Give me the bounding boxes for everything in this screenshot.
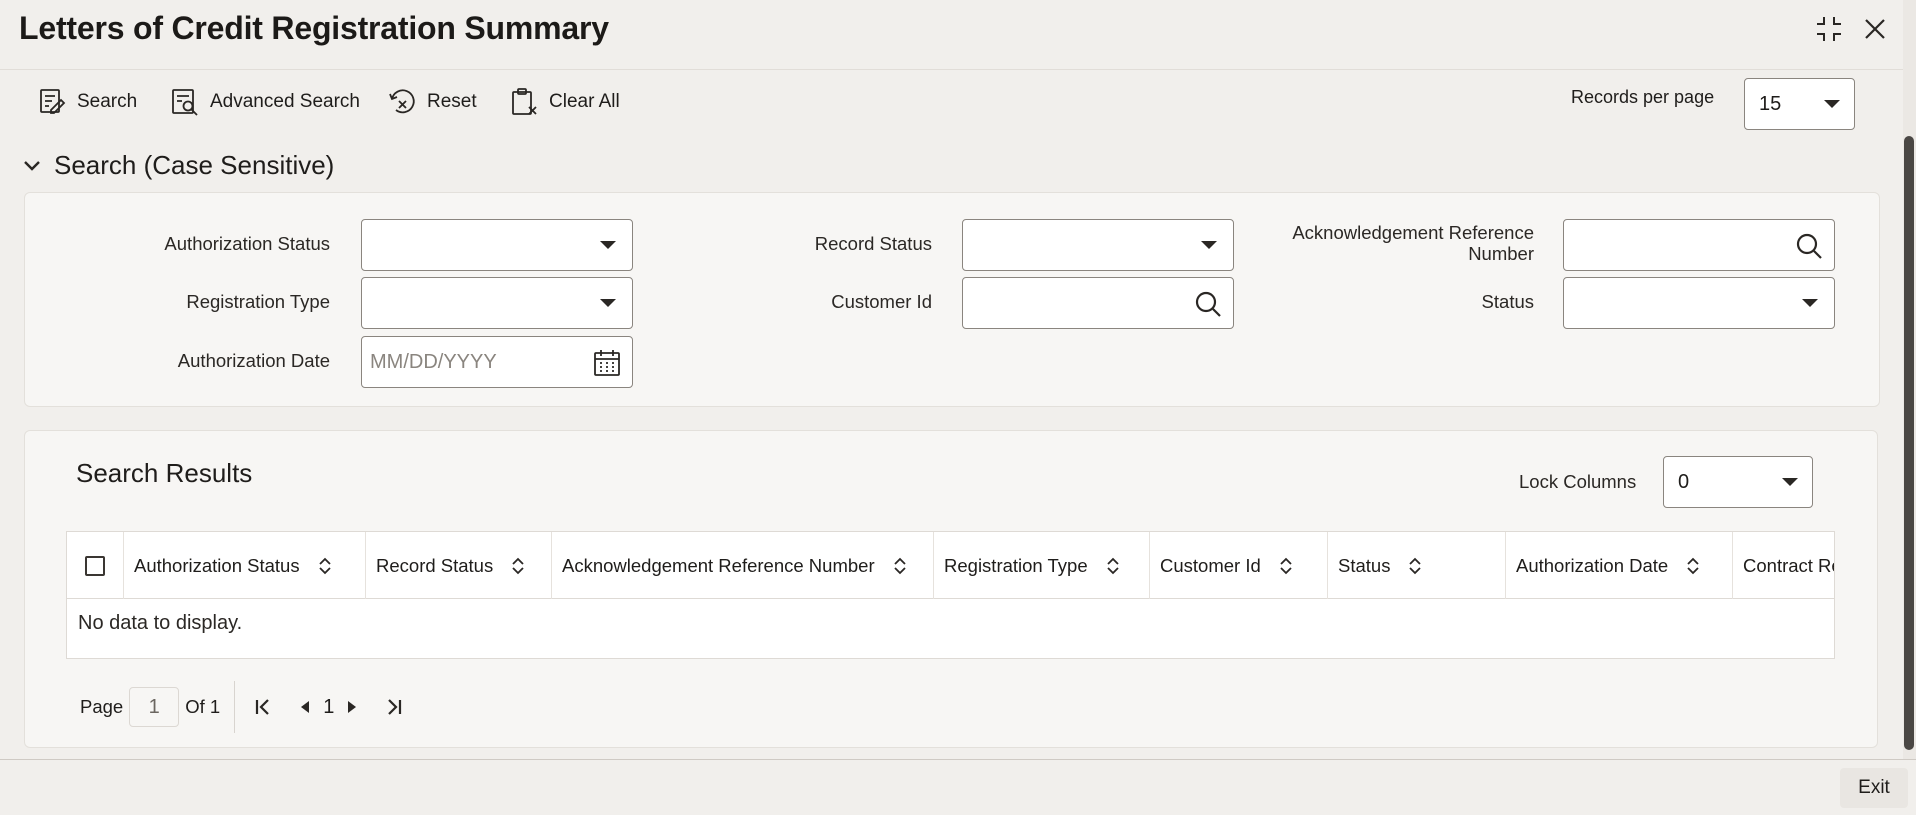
search-results-title: Search Results xyxy=(76,458,253,488)
column-header-label: Authorization Status xyxy=(134,554,300,576)
previous-page-icon[interactable] xyxy=(291,693,319,721)
chevron-down-icon xyxy=(24,160,40,171)
column-header[interactable]: Registration Type xyxy=(934,532,1150,599)
record-status-select[interactable] xyxy=(962,219,1234,271)
next-page-icon[interactable] xyxy=(338,693,366,721)
authorization-status-label: Authorization Status xyxy=(164,233,330,254)
search-section-title: Search (Case Sensitive) xyxy=(54,150,335,180)
reset-icon xyxy=(389,89,415,114)
column-header-label: Record Status xyxy=(376,554,494,576)
advanced-search-button[interactable]: Advanced Search xyxy=(170,84,360,120)
column-header[interactable]: Contract Re xyxy=(1733,532,1835,599)
chevron-down-icon xyxy=(1782,478,1798,486)
advanced-search-icon xyxy=(172,89,198,116)
empty-message: No data to display. xyxy=(78,612,243,634)
page-label: Page xyxy=(80,696,124,717)
reset-button[interactable]: Reset xyxy=(387,84,477,120)
page-title: Letters of Credit Registration Summary xyxy=(19,10,609,46)
select-all-checkbox[interactable] xyxy=(85,556,105,576)
column-header[interactable]: Authorization Date xyxy=(1506,532,1733,599)
sort-icon xyxy=(1107,557,1119,574)
advanced-search-label: Advanced Search xyxy=(210,91,360,112)
chevron-down-icon xyxy=(1201,241,1217,249)
column-header[interactable]: Authorization Status xyxy=(124,532,366,599)
grid-header: Authorization Status Record Status Ackno… xyxy=(67,532,1835,599)
exit-button[interactable]: Exit xyxy=(1840,768,1908,808)
customer-id-label: Customer Id xyxy=(831,291,932,312)
authorization-status-select[interactable] xyxy=(361,219,633,271)
clear-all-button[interactable]: Clear All xyxy=(509,84,620,120)
sort-icon xyxy=(1280,557,1292,574)
authorization-date-label: Authorization Date xyxy=(177,350,330,371)
ack-ref-number-label: Acknowledgement Reference Number xyxy=(1240,222,1534,264)
first-page-icon[interactable] xyxy=(249,693,277,721)
column-header-label: Authorization Date xyxy=(1516,554,1669,576)
page-number-input[interactable]: 1 xyxy=(129,687,180,727)
registration-type-label: Registration Type xyxy=(186,291,330,312)
column-header[interactable]: Status xyxy=(1328,532,1506,599)
column-header-label: Customer Id xyxy=(1160,554,1261,576)
search-icon[interactable] xyxy=(1794,231,1824,261)
clear-all-label: Clear All xyxy=(549,91,620,112)
chevron-down-icon xyxy=(1802,299,1818,307)
search-button[interactable]: Search xyxy=(37,84,137,120)
records-per-page-value: 15 xyxy=(1759,92,1782,115)
lock-columns-select[interactable]: 0 xyxy=(1663,456,1813,508)
pager-current-page: 1 xyxy=(323,695,335,718)
customer-id-input[interactable] xyxy=(962,277,1234,329)
records-per-page-select[interactable]: 15 xyxy=(1744,78,1855,130)
sort-icon xyxy=(318,557,331,574)
select-all-cell xyxy=(67,532,124,599)
records-per-page-label: Records per page xyxy=(1571,87,1715,107)
maximize-icon[interactable] xyxy=(1812,12,1846,46)
search-icon[interactable] xyxy=(1193,289,1223,319)
column-header-label: Registration Type xyxy=(944,554,1088,576)
page-of-label: Of 1 xyxy=(185,696,221,717)
sort-icon xyxy=(1687,557,1699,574)
footer-divider xyxy=(0,759,1916,760)
sort-icon xyxy=(512,557,524,574)
close-icon[interactable] xyxy=(1858,12,1892,46)
results-grid: Authorization Status Record Status Ackno… xyxy=(66,531,1835,659)
ack-ref-number-label-line2: Number xyxy=(1468,243,1534,264)
search-doc-icon xyxy=(40,89,66,114)
pager-divider xyxy=(234,681,236,733)
reset-label: Reset xyxy=(427,91,477,112)
ack-ref-number-input[interactable] xyxy=(1563,219,1835,271)
chevron-down-icon xyxy=(1824,100,1840,108)
chevron-down-icon xyxy=(600,299,616,307)
lock-columns-label: Lock Columns xyxy=(1519,471,1637,492)
registration-type-select[interactable] xyxy=(361,277,633,329)
pagination: Page 1 Of 1 1 xyxy=(80,681,408,733)
search-section-toggle[interactable]: Search (Case Sensitive) xyxy=(22,150,334,181)
record-status-label: Record Status xyxy=(814,233,932,254)
lock-columns-value: 0 xyxy=(1678,470,1690,493)
ack-ref-number-label-line1: Acknowledgement Reference xyxy=(1292,222,1534,243)
authorization-date-input[interactable]: MM/DD/YYYY xyxy=(361,336,633,388)
authorization-date-placeholder: MM/DD/YYYY xyxy=(370,351,497,373)
column-header[interactable]: Customer Id xyxy=(1150,532,1328,599)
column-header-label: Status xyxy=(1338,554,1391,576)
column-header-label: Contract Re xyxy=(1743,554,1835,576)
sort-icon xyxy=(1409,557,1422,574)
status-label: Status xyxy=(1481,291,1534,312)
column-header[interactable]: Acknowledgement Reference Number xyxy=(552,532,934,599)
scrollbar-thumb[interactable] xyxy=(1904,136,1914,750)
column-header-label: Acknowledgement Reference Number xyxy=(562,554,875,576)
column-header[interactable]: Record Status xyxy=(366,532,552,599)
chevron-down-icon xyxy=(600,241,616,249)
search-button-label: Search xyxy=(77,91,138,112)
status-select[interactable] xyxy=(1563,277,1835,329)
sort-icon xyxy=(893,557,906,574)
title-bar: Letters of Credit Registration Summary xyxy=(0,0,1916,70)
clear-all-icon xyxy=(512,88,537,115)
calendar-icon[interactable] xyxy=(592,348,622,378)
last-page-icon[interactable] xyxy=(380,693,408,721)
